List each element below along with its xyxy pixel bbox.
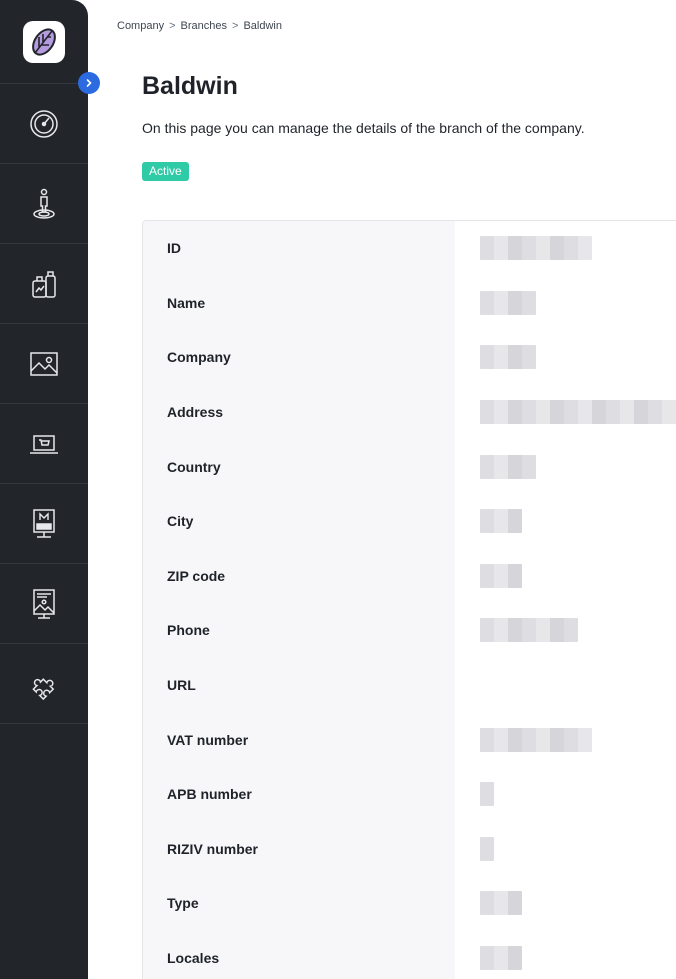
redacted-value <box>480 454 536 479</box>
detail-row: Company <box>143 330 676 385</box>
puzzle-piece-icon <box>32 677 55 700</box>
detail-label: Name <box>167 294 206 311</box>
detail-row: ZIP code <box>143 549 676 604</box>
detail-label: Type <box>167 895 199 912</box>
sidebar-item-display[interactable] <box>0 484 88 564</box>
detail-label: ID <box>167 240 181 257</box>
sidebar-item-dashboard[interactable] <box>0 84 88 164</box>
detail-label: Country <box>167 458 221 475</box>
presentation-image-icon <box>33 588 55 619</box>
redacted-value <box>480 727 592 752</box>
dashboard-gauge-icon <box>30 109 58 138</box>
detail-row: VAT number <box>143 712 676 767</box>
breadcrumb-separator: > <box>232 20 239 32</box>
laptop-cart-icon <box>30 434 58 454</box>
breadcrumb-branches[interactable]: Branches <box>181 20 227 32</box>
breadcrumb: Company > Branches > Baldwin <box>117 20 282 32</box>
redacted-value <box>480 509 522 534</box>
detail-row: Type <box>143 876 676 931</box>
redacted-value <box>480 400 676 425</box>
detail-label: Locales <box>167 950 220 967</box>
breadcrumb-company[interactable]: Company <box>117 20 164 32</box>
detail-label: Phone <box>167 622 210 639</box>
sidebar-item-presentation[interactable] <box>0 564 88 644</box>
redacted-value <box>480 946 522 971</box>
detail-label: APB number <box>167 786 252 803</box>
detail-label: URL <box>167 677 196 694</box>
leaf-logo-icon[interactable] <box>23 20 65 63</box>
redacted-value <box>480 618 578 643</box>
sidebar-item-integrations[interactable] <box>0 644 88 724</box>
detail-row: Locales <box>143 931 676 979</box>
sidebar-item-people[interactable] <box>0 164 88 244</box>
detail-label: Company <box>167 349 231 366</box>
page-title: Baldwin <box>142 72 238 100</box>
sidebar-item-media[interactable] <box>0 324 88 404</box>
redacted-value <box>480 236 592 261</box>
status-badge: Active <box>142 162 189 181</box>
detail-row: Phone <box>143 603 676 658</box>
display-m-icon <box>33 508 55 538</box>
image-gallery-icon <box>30 351 58 376</box>
branch-details-card: ID Name Company Address Country City ZIP code P… <box>142 220 676 979</box>
sidebar-item-products[interactable] <box>0 244 88 324</box>
detail-row: RIZIV number <box>143 822 676 877</box>
sidebar <box>0 0 88 979</box>
redacted-value <box>480 836 494 861</box>
detail-row: Country <box>143 439 676 494</box>
detail-label: Address <box>167 404 224 421</box>
detail-label: VAT number <box>167 731 249 748</box>
redacted-value <box>480 782 494 807</box>
redacted-value <box>480 891 522 916</box>
logo-cell <box>0 0 88 84</box>
chevron-right-icon <box>86 79 92 87</box>
redacted-value <box>480 290 536 315</box>
detail-label: City <box>167 513 194 530</box>
detail-row: ID <box>143 221 676 276</box>
sidebar-item-shop[interactable] <box>0 404 88 484</box>
breadcrumb-separator: > <box>169 20 176 32</box>
redacted-value <box>480 345 536 370</box>
detail-label: RIZIV number <box>167 840 259 857</box>
main-content: Company > Branches > Baldwin Baldwin On … <box>88 0 676 979</box>
expand-sidebar-button[interactable] <box>78 72 100 94</box>
breadcrumb-current: Baldwin <box>243 20 282 32</box>
detail-row: Name <box>143 276 676 331</box>
detail-row: Address <box>143 385 676 440</box>
detail-row: URL <box>143 658 676 713</box>
person-location-icon <box>33 188 55 219</box>
products-bottles-icon <box>32 270 56 298</box>
detail-row: APB number <box>143 767 676 822</box>
detail-label: ZIP code <box>167 567 226 584</box>
redacted-value <box>480 563 522 588</box>
detail-row: City <box>143 494 676 549</box>
page-description: On this page you can manage the details … <box>142 120 585 136</box>
